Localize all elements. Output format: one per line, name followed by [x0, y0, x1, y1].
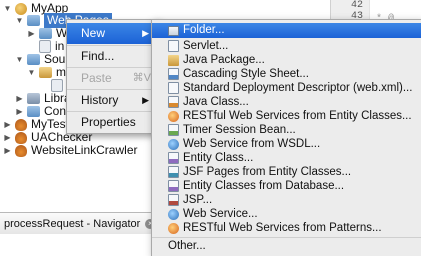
submenu-item-restful-patterns[interactable]: RESTful Web Services from Patterns... [152, 221, 421, 235]
submenu-item-timer-bean[interactable]: Timer Session Bean... [152, 123, 421, 137]
submenu-item-label: Entity Classes from Database... [183, 180, 345, 192]
menu-item-label: Find... [81, 49, 115, 63]
submenu-arrow-icon: ▶ [142, 95, 149, 105]
servlet-icon [168, 40, 179, 52]
submenu-item-deployment-descriptor[interactable]: Standard Deployment Descriptor (web.xml)… [152, 81, 421, 95]
package-icon [168, 54, 179, 66]
submenu-item-label: RESTful Web Services from Patterns... [183, 222, 382, 234]
collapse-arrow-icon[interactable]: ▼ [15, 16, 24, 25]
folder-icon [27, 106, 40, 117]
navigator-tab[interactable]: processRequest - Navigator × [0, 213, 165, 234]
submenu-item-restful-entity[interactable]: RESTful Web Services from Entity Classes… [152, 109, 421, 123]
submenu-item-label: JSP... [183, 194, 213, 206]
submenu-item-servlet[interactable]: Servlet... [152, 39, 421, 53]
menu-item-label: Properties [81, 115, 136, 129]
web-service-icon [168, 138, 179, 150]
folder-icon [168, 25, 179, 36]
library-icon [27, 93, 40, 104]
submenu-item-css[interactable]: Cascading Style Sheet... [152, 67, 421, 81]
submenu-item-java-package[interactable]: Java Package... [152, 53, 421, 67]
submenu-item-jsf-pages[interactable]: JSF Pages from Entity Classes... [152, 165, 421, 179]
submenu-item-java-class[interactable]: Java Class... [152, 95, 421, 109]
line-number: 42 [350, 0, 363, 11]
submenu-item-label: Java Package... [183, 54, 265, 66]
project-icon [15, 144, 27, 157]
expand-arrow-icon[interactable]: ▶ [3, 133, 12, 142]
submenu-item-label: Standard Deployment Descriptor (web.xml)… [183, 82, 413, 94]
menu-item-shortcut: ⌘V [132, 72, 151, 84]
submenu-item-label: RESTful Web Services from Entity Classes… [183, 110, 412, 122]
jsf-page-icon [168, 166, 179, 178]
session-bean-icon [168, 124, 179, 136]
collapse-arrow-icon[interactable]: ▼ [15, 55, 24, 64]
entity-class-icon [168, 152, 179, 164]
submenu-item-folder[interactable]: Folder... [152, 23, 421, 38]
submenu-item-label: Web Service from WSDL... [183, 138, 321, 150]
menu-item-properties[interactable]: Properties [67, 112, 159, 133]
submenu-item-label: Entity Class... [183, 152, 254, 164]
database-entity-icon [168, 180, 179, 192]
submenu-item-jsp[interactable]: JSP... [152, 193, 421, 207]
submenu-item-web-service[interactable]: Web Service... [152, 207, 421, 221]
collapse-arrow-icon[interactable]: ▼ [27, 68, 36, 77]
menu-item-label: History [81, 93, 119, 107]
stylesheet-icon [168, 68, 179, 80]
menu-separator [152, 237, 421, 238]
submenu-item-other[interactable]: Other... [152, 239, 421, 253]
menu-item-label: New [81, 26, 106, 40]
web-service-icon [168, 208, 179, 220]
menu-item-find[interactable]: Find... [67, 46, 159, 67]
context-menu: New ▶ Find... Paste ⌘V History ▶ Propert… [66, 19, 160, 134]
restful-service-icon [168, 110, 179, 122]
project-icon [15, 118, 27, 131]
collapse-arrow-icon[interactable]: ▼ [3, 4, 12, 13]
submenu-item-entity-from-db[interactable]: Entity Classes from Database... [152, 179, 421, 193]
expand-arrow-icon[interactable]: ▶ [15, 107, 24, 116]
folder-icon [27, 54, 40, 65]
expand-arrow-icon[interactable]: ▶ [3, 120, 12, 129]
submenu-item-label: JSF Pages from Entity Classes... [183, 166, 352, 178]
submenu-arrow-icon: ▶ [142, 28, 149, 38]
expand-arrow-icon[interactable]: ▶ [27, 29, 36, 38]
expand-arrow-icon[interactable]: ▶ [15, 94, 24, 103]
project-icon [15, 131, 27, 144]
menu-item-label: Paste [81, 71, 112, 85]
expand-arrow-icon[interactable]: ▶ [3, 146, 12, 155]
submenu-item-entity-class[interactable]: Entity Class... [152, 151, 421, 165]
restful-service-icon [168, 222, 179, 234]
new-submenu: Folder... Servlet... Java Package... Cas… [151, 19, 421, 256]
submenu-item-label: Servlet... [183, 40, 229, 52]
submenu-item-label: Web Service... [183, 208, 258, 220]
submenu-item-label: Folder... [183, 24, 225, 36]
submenu-item-ws-from-wsdl[interactable]: Web Service from WSDL... [152, 137, 421, 151]
submenu-item-label: Cascading Style Sheet... [183, 68, 309, 80]
tree-node-label: WebsiteLinkCrawler [31, 143, 138, 157]
submenu-item-label: Other... [168, 240, 206, 252]
folder-icon [39, 28, 52, 39]
folder-icon [27, 15, 40, 26]
xml-file-icon [168, 82, 179, 94]
java-class-icon [168, 96, 179, 108]
tree-node-websitelinkcrawler[interactable]: ▶ WebsiteLinkCrawler [3, 143, 137, 158]
menu-item-new[interactable]: New ▶ [67, 23, 159, 44]
submenu-item-label: Java Class... [183, 96, 249, 108]
jsp-file-icon [168, 194, 179, 206]
menu-item-paste[interactable]: Paste ⌘V [67, 68, 159, 89]
package-icon [39, 67, 52, 78]
submenu-item-label: Timer Session Bean... [183, 124, 296, 136]
navigator-tab-label: processRequest - Navigator [4, 217, 141, 230]
menu-item-history[interactable]: History ▶ [67, 90, 159, 111]
